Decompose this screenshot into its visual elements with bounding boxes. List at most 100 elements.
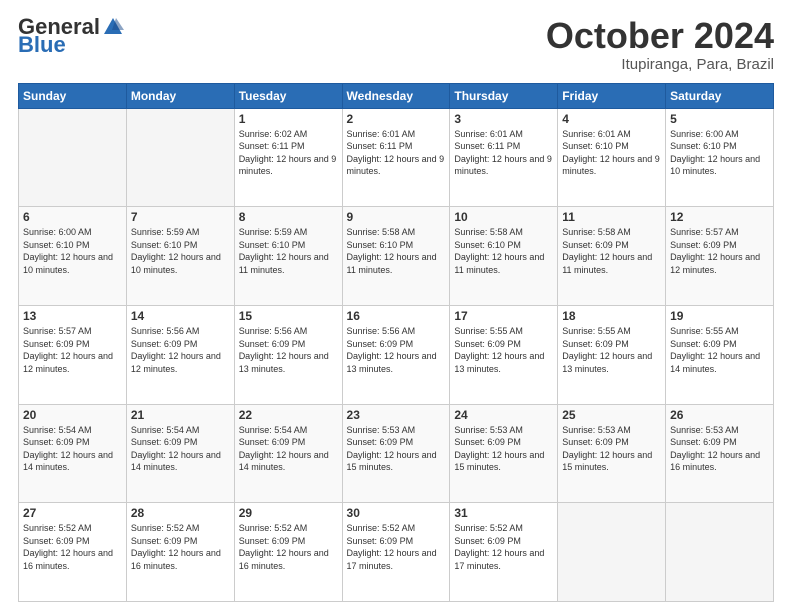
calendar-cell: 1 Sunrise: 6:02 AM Sunset: 6:11 PM Daylig… — [234, 108, 342, 207]
day-number: 17 — [454, 309, 553, 323]
day-header-thursday: Thursday — [450, 83, 558, 108]
calendar-cell: 16Sunrise: 5:56 AM Sunset: 6:09 PM Dayli… — [342, 305, 450, 404]
day-info: Sunrise: 5:52 AM Sunset: 6:09 PM Dayligh… — [23, 522, 122, 572]
day-number: 23 — [347, 408, 446, 422]
day-header-sunday: Sunday — [19, 83, 127, 108]
logo-blue: Blue — [18, 34, 66, 56]
calendar-cell: 12 Sunrise: 5:57 AM Sunset: 6:09 PM Dayli… — [666, 207, 774, 306]
day-number: 12 — [670, 210, 769, 224]
calendar-cell: 31 Sunrise: 5:52 AM Sunset: 6:09 PM Dayli… — [450, 503, 558, 602]
day-number: 19 — [670, 309, 769, 323]
calendar-cell: 21 Sunrise: 5:54 AM Sunset: 6:09 PM Dayli… — [126, 404, 234, 503]
calendar-cell: 27 Sunrise: 5:52 AM Sunset: 6:09 PM Dayli… — [19, 503, 127, 602]
day-info: Sunrise: 5:57 AM Sunset: 6:09 PM Dayligh… — [670, 226, 769, 276]
day-info: Sunrise: 5:53 AM Sunset: 6:09 PM Dayligh… — [562, 424, 661, 474]
day-info: Sunrise: 6:01 AM Sunset: 6:11 PM Dayligh… — [454, 128, 553, 178]
day-number: 6 — [23, 210, 122, 224]
day-number: 2 — [347, 112, 446, 126]
day-number: 5 — [670, 112, 769, 126]
calendar-cell: 2 Sunrise: 6:01 AM Sunset: 6:11 PM Daylig… — [342, 108, 450, 207]
day-info: Sunrise: 5:56 AM Sunset: 6:09 PM Dayligh… — [239, 325, 338, 375]
calendar-cell: 13Sunrise: 5:57 AM Sunset: 6:09 PM Dayli… — [19, 305, 127, 404]
calendar-cell — [558, 503, 666, 602]
calendar-cell: 18 Sunrise: 5:55 AM Sunset: 6:09 PM Dayli… — [558, 305, 666, 404]
day-info: Sunrise: 5:54 AM Sunset: 6:09 PM Dayligh… — [23, 424, 122, 474]
calendar-cell: 11 Sunrise: 5:58 AM Sunset: 6:09 PM Dayli… — [558, 207, 666, 306]
calendar-cell: 15 Sunrise: 5:56 AM Sunset: 6:09 PM Dayli… — [234, 305, 342, 404]
day-info: Sunrise: 6:00 AM Sunset: 6:10 PM Dayligh… — [23, 226, 122, 276]
day-header-friday: Friday — [558, 83, 666, 108]
calendar-cell: 5 Sunrise: 6:00 AM Sunset: 6:10 PM Daylig… — [666, 108, 774, 207]
calendar-cell: 6 Sunrise: 6:00 AM Sunset: 6:10 PM Daylig… — [19, 207, 127, 306]
month-title: October 2024 — [546, 16, 774, 56]
day-info: Sunrise: 5:58 AM Sunset: 6:10 PM Dayligh… — [347, 226, 446, 276]
day-info: Sunrise: 6:00 AM Sunset: 6:10 PM Dayligh… — [670, 128, 769, 178]
day-info: Sunrise: 6:01 AM Sunset: 6:10 PM Dayligh… — [562, 128, 661, 178]
day-number: 7 — [131, 210, 230, 224]
day-number: 11 — [562, 210, 661, 224]
logo-icon — [102, 16, 124, 38]
day-number: 15 — [239, 309, 338, 323]
calendar-cell: 7 Sunrise: 5:59 AM Sunset: 6:10 PM Daylig… — [126, 207, 234, 306]
day-number: 27 — [23, 506, 122, 520]
calendar-cell: 30Sunrise: 5:52 AM Sunset: 6:09 PM Dayli… — [342, 503, 450, 602]
calendar-cell: 17 Sunrise: 5:55 AM Sunset: 6:09 PM Dayli… — [450, 305, 558, 404]
day-info: Sunrise: 5:56 AM Sunset: 6:09 PM Dayligh… — [347, 325, 446, 375]
calendar-cell: 4Sunrise: 6:01 AM Sunset: 6:10 PM Daylig… — [558, 108, 666, 207]
day-info: Sunrise: 5:53 AM Sunset: 6:09 PM Dayligh… — [454, 424, 553, 474]
title-block: October 2024 Itupiranga, Para, Brazil — [546, 16, 774, 73]
day-info: Sunrise: 5:59 AM Sunset: 6:10 PM Dayligh… — [239, 226, 338, 276]
calendar-cell: 14 Sunrise: 5:56 AM Sunset: 6:09 PM Dayli… — [126, 305, 234, 404]
day-number: 28 — [131, 506, 230, 520]
day-info: Sunrise: 5:55 AM Sunset: 6:09 PM Dayligh… — [454, 325, 553, 375]
day-number: 22 — [239, 408, 338, 422]
day-number: 26 — [670, 408, 769, 422]
day-number: 9 — [347, 210, 446, 224]
calendar-cell: 23 Sunrise: 5:53 AM Sunset: 6:09 PM Dayli… — [342, 404, 450, 503]
calendar-table: SundayMondayTuesdayWednesdayThursdayFrid… — [18, 83, 774, 602]
calendar-cell: 8 Sunrise: 5:59 AM Sunset: 6:10 PM Daylig… — [234, 207, 342, 306]
calendar-cell: 19Sunrise: 5:55 AM Sunset: 6:09 PM Dayli… — [666, 305, 774, 404]
day-number: 25 — [562, 408, 661, 422]
day-number: 13 — [23, 309, 122, 323]
calendar-cell — [126, 108, 234, 207]
calendar-cell: 3 Sunrise: 6:01 AM Sunset: 6:11 PM Daylig… — [450, 108, 558, 207]
calendar-header-row: SundayMondayTuesdayWednesdayThursdayFrid… — [19, 83, 774, 108]
calendar-cell: 26Sunrise: 5:53 AM Sunset: 6:09 PM Dayli… — [666, 404, 774, 503]
day-info: Sunrise: 5:52 AM Sunset: 6:09 PM Dayligh… — [131, 522, 230, 572]
day-number: 10 — [454, 210, 553, 224]
day-info: Sunrise: 5:58 AM Sunset: 6:10 PM Dayligh… — [454, 226, 553, 276]
day-info: Sunrise: 6:01 AM Sunset: 6:11 PM Dayligh… — [347, 128, 446, 178]
calendar-cell: 25 Sunrise: 5:53 AM Sunset: 6:09 PM Dayli… — [558, 404, 666, 503]
day-number: 8 — [239, 210, 338, 224]
day-number: 30 — [347, 506, 446, 520]
day-info: Sunrise: 5:58 AM Sunset: 6:09 PM Dayligh… — [562, 226, 661, 276]
day-info: Sunrise: 5:59 AM Sunset: 6:10 PM Dayligh… — [131, 226, 230, 276]
day-number: 29 — [239, 506, 338, 520]
calendar-cell: 29 Sunrise: 5:52 AM Sunset: 6:09 PM Dayli… — [234, 503, 342, 602]
day-number: 14 — [131, 309, 230, 323]
calendar-cell: 24 Sunrise: 5:53 AM Sunset: 6:09 PM Dayli… — [450, 404, 558, 503]
day-info: Sunrise: 5:52 AM Sunset: 6:09 PM Dayligh… — [454, 522, 553, 572]
day-info: Sunrise: 5:53 AM Sunset: 6:09 PM Dayligh… — [347, 424, 446, 474]
day-number: 24 — [454, 408, 553, 422]
calendar-cell: 20 Sunrise: 5:54 AM Sunset: 6:09 PM Dayli… — [19, 404, 127, 503]
day-header-wednesday: Wednesday — [342, 83, 450, 108]
day-number: 3 — [454, 112, 553, 126]
calendar-cell: 28 Sunrise: 5:52 AM Sunset: 6:09 PM Dayli… — [126, 503, 234, 602]
day-info: Sunrise: 6:02 AM Sunset: 6:11 PM Dayligh… — [239, 128, 338, 178]
day-number: 18 — [562, 309, 661, 323]
day-number: 1 — [239, 112, 338, 126]
day-info: Sunrise: 5:56 AM Sunset: 6:09 PM Dayligh… — [131, 325, 230, 375]
day-info: Sunrise: 5:55 AM Sunset: 6:09 PM Dayligh… — [562, 325, 661, 375]
day-info: Sunrise: 5:52 AM Sunset: 6:09 PM Dayligh… — [239, 522, 338, 572]
day-header-saturday: Saturday — [666, 83, 774, 108]
day-number: 20 — [23, 408, 122, 422]
calendar-cell — [666, 503, 774, 602]
day-number: 21 — [131, 408, 230, 422]
calendar-cell — [19, 108, 127, 207]
day-number: 31 — [454, 506, 553, 520]
calendar-cell: 10 Sunrise: 5:58 AM Sunset: 6:10 PM Dayli… — [450, 207, 558, 306]
calendar-cell: 9 Sunrise: 5:58 AM Sunset: 6:10 PM Daylig… — [342, 207, 450, 306]
day-info: Sunrise: 5:54 AM Sunset: 6:09 PM Dayligh… — [131, 424, 230, 474]
